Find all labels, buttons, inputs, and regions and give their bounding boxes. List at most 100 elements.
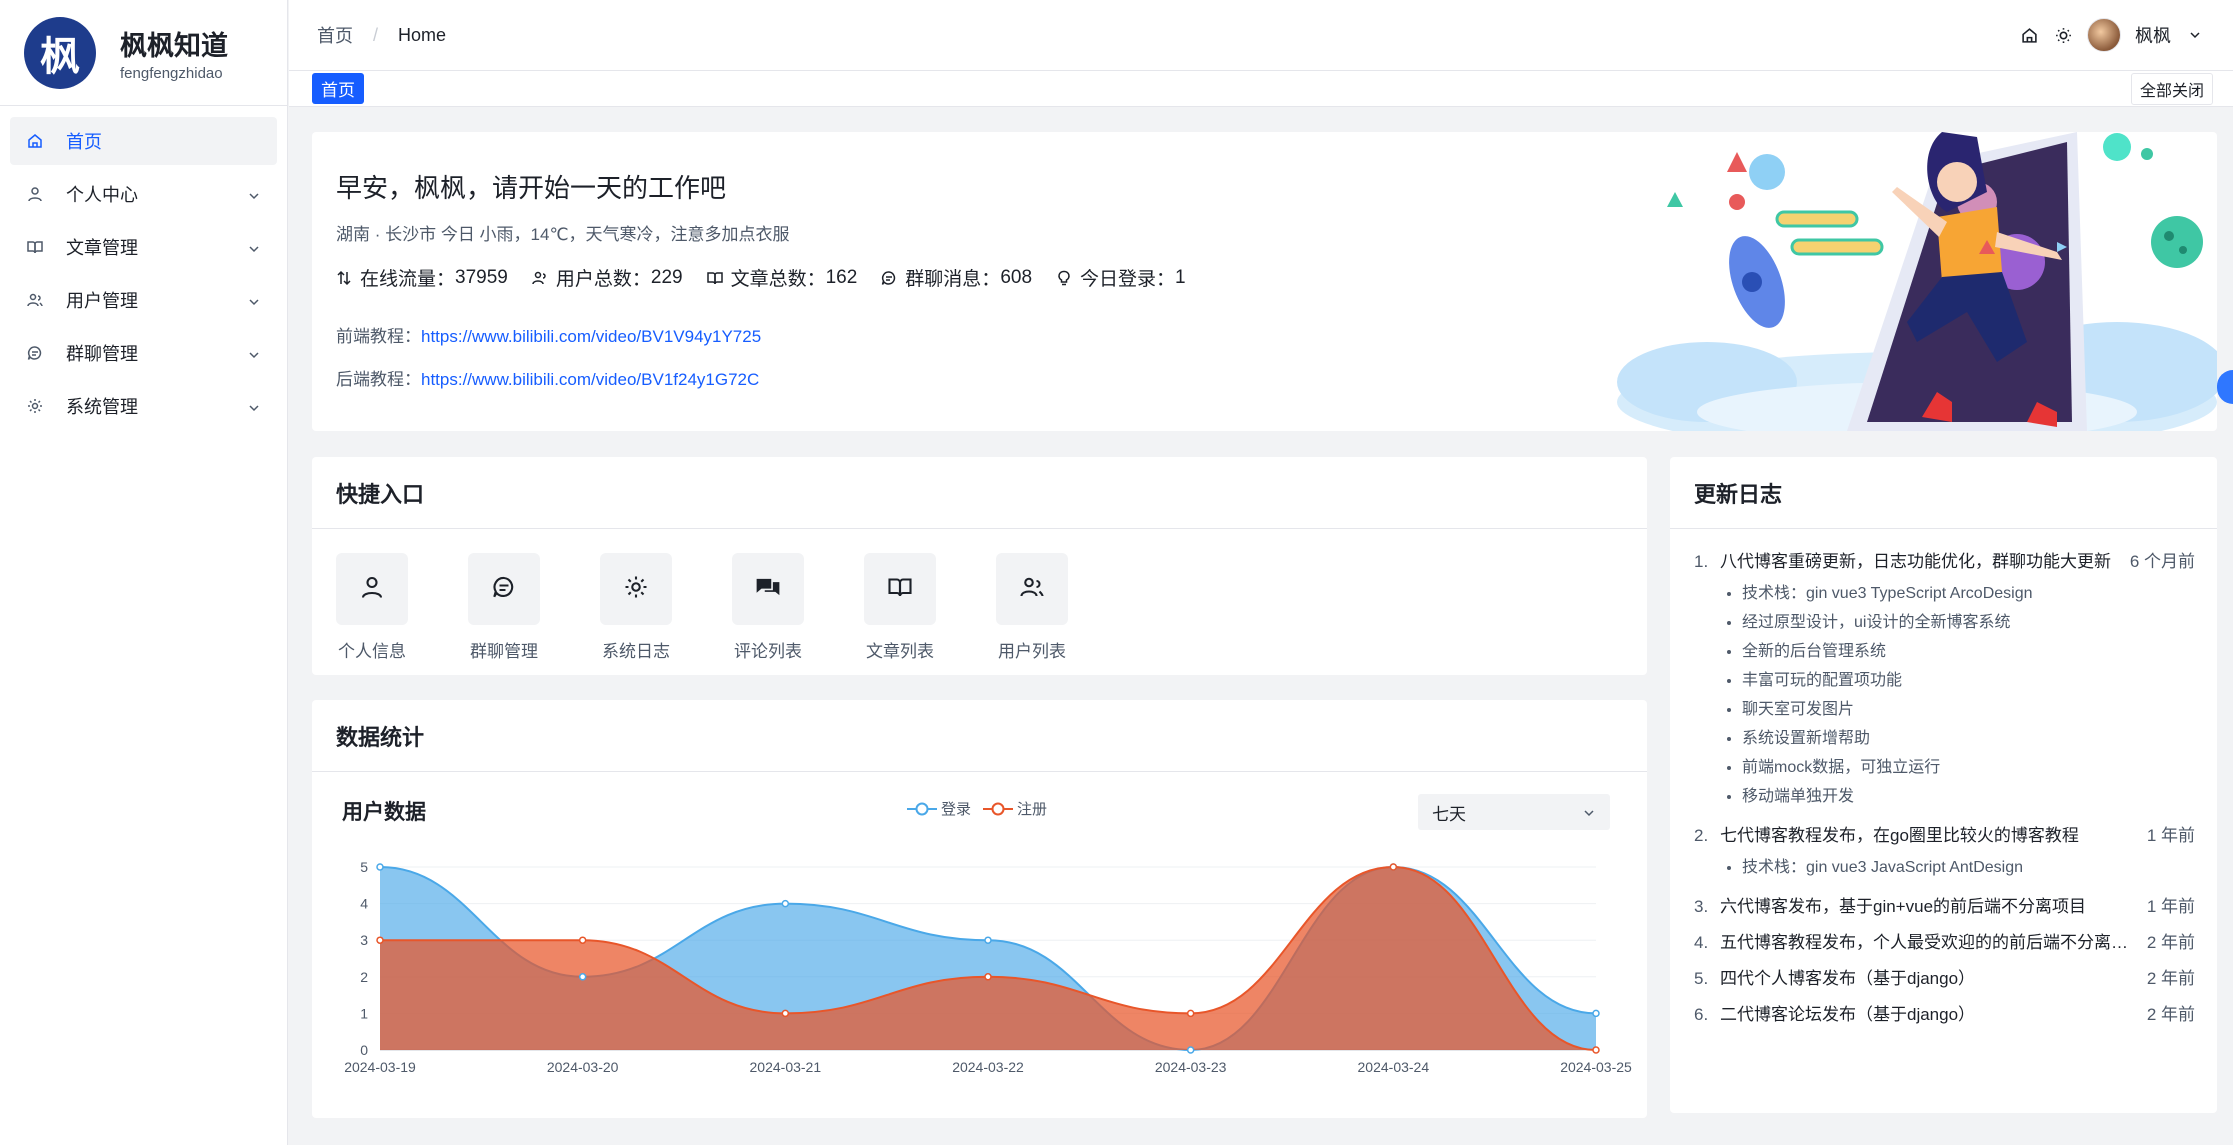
quick-item-chat[interactable]: 群聊管理 <box>468 553 540 662</box>
data-point <box>376 863 384 871</box>
sun-icon[interactable] <box>2053 25 2073 45</box>
log-item: 6. 二代博客论坛发布（基于django） 2 年前 <box>1694 1004 2195 1026</box>
sidebar-item-articles[interactable]: 文章管理 <box>10 223 277 271</box>
x-tick-label: 2024-03-20 <box>547 1059 619 1075</box>
sidebar-menu: 首页 个人中心 文章管理 用户管理 群聊管理 系统管理 <box>0 106 287 436</box>
sidebar-item-label: 群聊管理 <box>66 344 138 364</box>
log-item-title: 四代个人博客发布（基于django） <box>1720 969 1976 988</box>
gear-icon <box>624 575 648 604</box>
stat-value: 229 <box>650 266 683 288</box>
sidebar-item-system[interactable]: 系统管理 <box>10 382 277 430</box>
chevron-down-icon[interactable] <box>2185 25 2205 45</box>
backend-tutorial: 后端教程：https://www.bilibili.com/video/BV1f… <box>336 365 759 390</box>
legend-label: 注册 <box>1017 801 1048 818</box>
sidebar-item-label: 系统管理 <box>66 397 138 417</box>
log-item-time: 2 年前 <box>2146 933 2195 952</box>
quick-item-syslog[interactable]: 系统日志 <box>600 553 672 662</box>
log-item-number: 1. <box>1694 552 1709 571</box>
log-item: 5. 四代个人博客发布（基于django） 2 年前 <box>1694 968 2195 990</box>
tab-home[interactable]: 首页 <box>312 73 364 104</box>
chevron-down-icon <box>247 399 261 413</box>
legend-label: 登录 <box>941 801 972 818</box>
sidebar-item-users[interactable]: 用户管理 <box>10 276 277 324</box>
x-tick-label: 2024-03-24 <box>1358 1059 1430 1075</box>
sidebar-item-label: 用户管理 <box>66 291 138 311</box>
y-tick-label: 2 <box>360 969 368 985</box>
update-log-list: 1. 八代博客重磅更新，日志功能优化，群聊功能大更新 6 个月前技术栈：gin vu… <box>1670 529 2217 1026</box>
book-icon <box>26 238 44 256</box>
sidebar-item-home[interactable]: 首页 <box>10 117 277 165</box>
quick-item-label: 群聊管理 <box>470 642 538 661</box>
legend-item-register[interactable]: 注册 <box>983 798 1047 819</box>
breadcrumb-home[interactable]: 首页 <box>317 22 353 48</box>
logo: 枫 <box>24 16 96 89</box>
log-item: 3. 六代博客发布，基于gin+vue的前后端不分离项目 1 年前 <box>1694 896 2195 918</box>
legend-marker-login <box>907 802 937 815</box>
chevron-down-icon <box>247 240 261 254</box>
update-log-title: 更新日志 <box>1670 457 2217 529</box>
stat-logins: 今日登录： 1 <box>1056 264 1186 291</box>
log-item-number: 5. <box>1694 969 1709 988</box>
close-all-button[interactable]: 全部关闭 <box>2130 72 2213 105</box>
data-point <box>1592 1046 1600 1054</box>
chevron-down-icon <box>247 346 261 360</box>
backend-tutorial-link[interactable]: https://www.bilibili.com/video/BV1f24y1G… <box>421 370 759 389</box>
stat-value: 162 <box>825 266 858 288</box>
x-tick-label: 2024-03-22 <box>952 1059 1024 1075</box>
range-select-value: 七天 <box>1432 804 1466 824</box>
weather-text: 湖南 · 长沙市 今日 小雨，14℃，天气寒冷，注意多加点衣服 <box>336 225 790 244</box>
log-item-bullets: 技术栈：gin vue3 JavaScript AntDesign <box>1742 853 2195 882</box>
log-item-time: 1 年前 <box>2146 826 2195 845</box>
x-tick-label: 2024-03-23 <box>1155 1059 1227 1075</box>
log-item: 4. 五代博客教程发布，个人最受欢迎的的前后端不分离博客 2 年前 <box>1694 932 2195 954</box>
brand[interactable]: 枫 枫枫知道 fengfengzhidao <box>0 0 287 106</box>
chevron-down-icon <box>247 187 261 201</box>
user-name[interactable]: 枫枫 <box>2135 22 2171 48</box>
sort-icon <box>336 269 354 287</box>
y-tick-label: 0 <box>360 1042 368 1058</box>
users-icon <box>532 269 550 287</box>
data-stats-card: 数据统计 0 1 2 3 4 5 2024-03-19 2024-03-20 2024-03-2… <box>312 700 1647 1118</box>
quick-item-profile[interactable]: 个人信息 <box>336 553 408 662</box>
quick-item-users[interactable]: 用户列表 <box>996 553 1068 662</box>
data-point <box>781 1009 790 1018</box>
home-icon[interactable] <box>2019 25 2039 45</box>
log-item-time: 6 个月前 <box>2129 552 2195 571</box>
stat-value: 1 <box>1175 266 1186 288</box>
frontend-tutorial-link[interactable]: https://www.bilibili.com/video/BV1V94y1Y… <box>421 327 761 346</box>
frontend-tutorial: 前端教程：https://www.bilibili.com/video/BV1V… <box>336 322 761 347</box>
sidebar-item-chat[interactable]: 群聊管理 <box>10 329 277 377</box>
avatar[interactable] <box>2087 18 2121 52</box>
y-tick-label: 5 <box>360 859 368 875</box>
side-float-button[interactable] <box>2217 370 2233 404</box>
legend-item-login[interactable]: 登录 <box>907 798 971 819</box>
legend-marker-register <box>983 802 1014 815</box>
quick-item-label: 个人信息 <box>338 642 406 661</box>
log-bullet: 移动端单独开发 <box>1742 782 2195 811</box>
sidebar-item-label: 首页 <box>66 132 102 152</box>
sidebar-item-profile[interactable]: 个人中心 <box>10 170 277 218</box>
link-label: 后端教程： <box>336 370 421 389</box>
log-bullet: 前端mock数据，可独立运行 <box>1742 753 2195 782</box>
data-point <box>984 936 992 944</box>
welcome-illustration <box>1617 132 2217 431</box>
log-item-title: 七代博客教程发布，在go圈里比较火的博客教程 <box>1720 826 2079 845</box>
data-point <box>984 973 992 981</box>
stat-messages: 群聊消息： 608 <box>881 264 1032 291</box>
stat-label: 文章总数： <box>730 269 826 290</box>
quick-entry-card: 快捷入口 个人信息 群聊管理 系统日志 评论列表 文章列表 用户列表 <box>312 457 1647 675</box>
data-point <box>578 973 587 981</box>
log-item-time: 2 年前 <box>2146 969 2195 988</box>
range-select[interactable]: 七天 <box>1418 794 1610 830</box>
sidebar-item-label: 个人中心 <box>66 185 138 205</box>
welcome-card: 早安，枫枫，请开始一天的工作吧 湖南 · 长沙市 今日 小雨，14℃，天气寒冷，… <box>312 132 2217 431</box>
quick-item-label: 用户列表 <box>998 642 1066 661</box>
log-item-title: 二代博客论坛发布（基于django） <box>1720 1005 1976 1024</box>
quick-item-articles[interactable]: 文章列表 <box>864 553 936 662</box>
quick-item-comments[interactable]: 评论列表 <box>732 553 804 662</box>
log-bullet: 系统设置新增帮助 <box>1742 724 2195 753</box>
quick-item-label: 评论列表 <box>734 642 802 661</box>
stat-online: 在线流量： 37959 <box>336 264 508 291</box>
x-tick-label: 2024-03-19 <box>344 1059 416 1075</box>
users-icon <box>26 291 44 309</box>
